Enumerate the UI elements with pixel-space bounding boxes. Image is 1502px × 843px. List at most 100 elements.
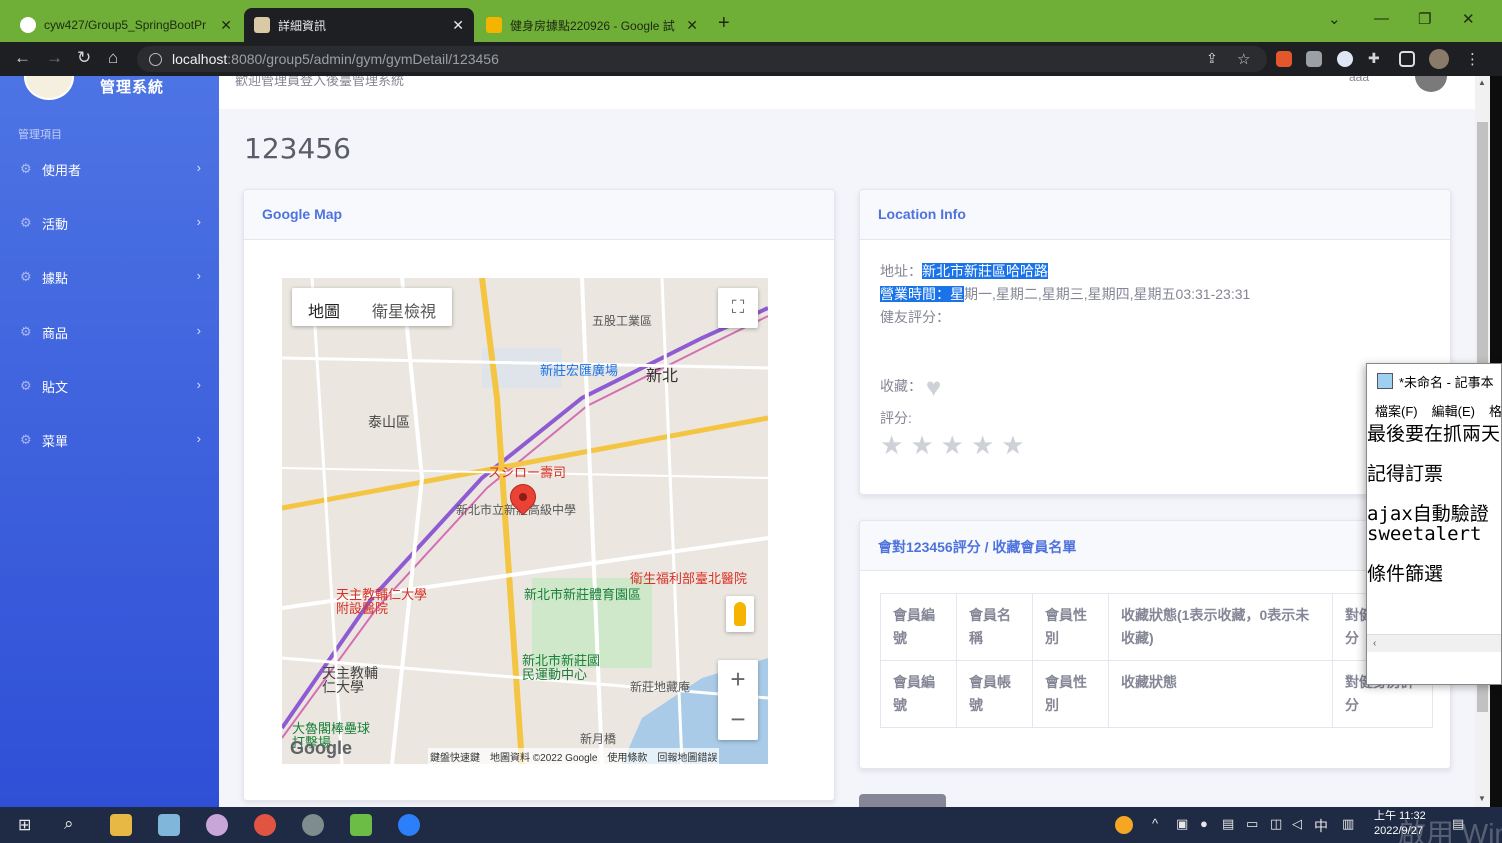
minimize-icon[interactable]: — [1374, 10, 1389, 27]
zoom-out-button[interactable]: − [718, 700, 758, 740]
tab-title: cyw427/Group5_SpringBootPr [44, 18, 207, 32]
star-icon[interactable]: ★ [880, 430, 910, 460]
notepad-line: 最後要在抓兩天 [1367, 423, 1501, 445]
scroll-up-icon[interactable]: ▲ [1478, 78, 1486, 87]
map-attribution[interactable]: 鍵盤快速鍵 地圖資料 ©2022 Google 使用條款 回報地圖錯誤 [428, 748, 720, 764]
extension-icon[interactable] [1276, 51, 1292, 67]
windows-start-icon[interactable]: ⊞ [18, 815, 31, 835]
notepad-taskbar-icon[interactable] [158, 814, 180, 836]
close-window-icon[interactable]: ✕ [1462, 10, 1475, 28]
meet-icon[interactable]: ▣ [1176, 816, 1188, 832]
maximize-icon[interactable]: ❐ [1418, 10, 1431, 28]
map-label: 新北 [646, 368, 679, 385]
rating-stars[interactable]: ★★★★★ [880, 432, 1430, 458]
maps-icon[interactable] [398, 814, 420, 836]
notepad-line: 記得訂票 [1367, 463, 1444, 485]
tab-google-sheet[interactable]: 健身房據點220926 - Google 試 ✕ [476, 8, 708, 42]
volume-icon[interactable]: ◁ [1292, 816, 1302, 832]
ime-indicator[interactable]: 中 [1314, 816, 1328, 836]
home-icon[interactable]: ⌂ [108, 48, 118, 68]
gear-icon: ⚙ [20, 161, 32, 176]
back-icon[interactable]: ← [14, 48, 31, 68]
mic-icon[interactable]: ● [1200, 816, 1208, 831]
settings-icon[interactable] [302, 814, 324, 836]
tab-detail[interactable]: 詳細資訊 ✕ [244, 8, 474, 42]
map-label: 新北市新莊國民運動中心 [522, 653, 601, 682]
star-icon[interactable]: ★ [971, 430, 1001, 460]
hours-label: 營業時間：星 [880, 286, 964, 302]
app-icon[interactable] [350, 814, 372, 836]
username[interactable]: aaa [1349, 76, 1369, 84]
notepad-hscrollbar[interactable]: ‹ [1367, 634, 1501, 652]
profile-avatar[interactable] [1429, 49, 1449, 69]
side-panel-icon[interactable] [1399, 51, 1415, 67]
notepad-window[interactable]: *未命名 - 記事本 檔案(F) 編輯(E) 格 最後要在抓兩天 記得訂票 ajax… [1366, 363, 1502, 685]
menu-file[interactable]: 檔案(F) [1375, 404, 1418, 419]
battery-icon[interactable]: ▭ [1246, 816, 1258, 832]
fullscreen-icon[interactable]: ⛶ [718, 288, 758, 328]
reload-icon[interactable]: ↻ [77, 48, 91, 68]
sidebar-item-events[interactable]: ⚙ 活動 › [0, 205, 219, 241]
network-icon[interactable]: ▤ [1222, 816, 1234, 832]
sidebar-item-locations[interactable]: ⚙ 據點 › [0, 259, 219, 295]
display-icon[interactable]: ◫ [1270, 816, 1282, 832]
address-bar[interactable]: localhost:8080/group5/admin/gym/gymDetai… [137, 46, 1267, 72]
avatar[interactable] [1415, 76, 1447, 92]
address-value: 新北市新莊區哈哈路 [922, 263, 1048, 279]
search-icon[interactable]: ⌕ [64, 814, 74, 834]
google-map[interactable]: 新莊宏匯廣場 新北 泰山區 五股工業區 スシロー壽司 新北市立新莊高級中學 新北… [282, 278, 768, 764]
zoom-in-button[interactable]: + [718, 660, 758, 700]
tab-github[interactable]: cyw427/Group5_SpringBootPr ✕ [10, 8, 242, 42]
chrome-icon[interactable] [254, 814, 276, 836]
bookmark-star-icon[interactable]: ☆ [1237, 50, 1250, 68]
sidebar: 管理系統 管理項目 ⚙ 使用者 › ⚙ 活動 › ⚙ 據點 › ⚙ 商品 › ⚙… [0, 76, 219, 807]
extension-icon[interactable] [1306, 51, 1322, 67]
more-menu-icon[interactable]: ⋮ [1465, 50, 1480, 68]
admin-app: 管理系統 管理項目 ⚙ 使用者 › ⚙ 活動 › ⚙ 據點 › ⚙ 商品 › ⚙… [0, 76, 1475, 807]
tray-app-icon[interactable] [1115, 816, 1133, 834]
notepad-text-area[interactable]: 最後要在抓兩天 記得訂票 ajax自動驗證 淡 sweetalert 條件篩選 [1367, 422, 1501, 584]
star-icon[interactable]: ★ [941, 430, 971, 460]
sidebar-item-menus[interactable]: ⚙ 菜單 › [0, 422, 219, 458]
star-icon[interactable]: ★ [910, 430, 940, 460]
google-logo: Google [290, 738, 352, 758]
extension-icon[interactable] [1337, 51, 1353, 67]
paint-icon[interactable] [206, 814, 228, 836]
tray-overflow-icon[interactable]: ^ [1152, 816, 1158, 831]
close-tab-icon[interactable]: ✕ [452, 17, 464, 34]
gear-icon: ⚙ [20, 324, 32, 339]
table-header-cell: 會員性別 [1032, 593, 1109, 661]
new-tab-icon[interactable]: + [718, 12, 730, 35]
close-tab-icon[interactable]: ✕ [686, 17, 698, 34]
table-footer-cell: 會員編號 [880, 660, 957, 728]
sidebar-item-posts[interactable]: ⚙ 貼文 › [0, 368, 219, 404]
sidebar-item-label: 據點 [42, 270, 69, 286]
menu-format[interactable]: 格 [1489, 404, 1501, 419]
file-explorer-icon[interactable] [110, 814, 132, 836]
clipboard-icon[interactable]: ▥ [1342, 816, 1354, 832]
tab-search-icon[interactable]: ⌄ [1328, 10, 1341, 28]
review-label: 健友評分： [880, 309, 950, 325]
tab-title: 詳細資訊 [278, 18, 327, 33]
satellite-view-button[interactable]: 衛星檢視 [356, 288, 452, 326]
forward-icon[interactable]: → [46, 48, 63, 68]
sidebar-item-users[interactable]: ⚙ 使用者 › [0, 151, 219, 187]
google-map-card: Google Map 新莊宏匯廣場 新北 泰山區 五股工業區 スシロー壽司 新北… [243, 189, 835, 801]
sidebar-item-products[interactable]: ⚙ 商品 › [0, 314, 219, 350]
star-icon[interactable]: ★ [1001, 430, 1031, 460]
menu-edit[interactable]: 編輯(E) [1432, 404, 1475, 419]
extensions-puzzle-icon[interactable]: ✚ [1368, 50, 1380, 67]
close-tab-icon[interactable]: ✕ [220, 17, 232, 34]
share-icon[interactable]: ⇪ [1206, 50, 1218, 67]
heart-icon[interactable]: ♥ [926, 374, 941, 400]
site-info-icon[interactable] [149, 52, 162, 66]
street-view-pegman-icon[interactable] [726, 596, 754, 632]
table-header-row: 會員編號 會員名稱 會員性別 收藏狀態(1表示收藏，0表示未收藏) 對健身房評分 [880, 593, 1433, 661]
brand-logo[interactable] [24, 76, 74, 100]
back-button[interactable] [859, 794, 946, 807]
scroll-down-icon[interactable]: ▼ [1478, 794, 1486, 803]
map-view-button[interactable]: 地圖 [292, 288, 356, 326]
sidebar-item-label: 使用者 [42, 162, 82, 178]
gear-icon: ⚙ [20, 215, 32, 230]
notepad-titlebar[interactable]: *未命名 - 記事本 [1367, 364, 1501, 398]
